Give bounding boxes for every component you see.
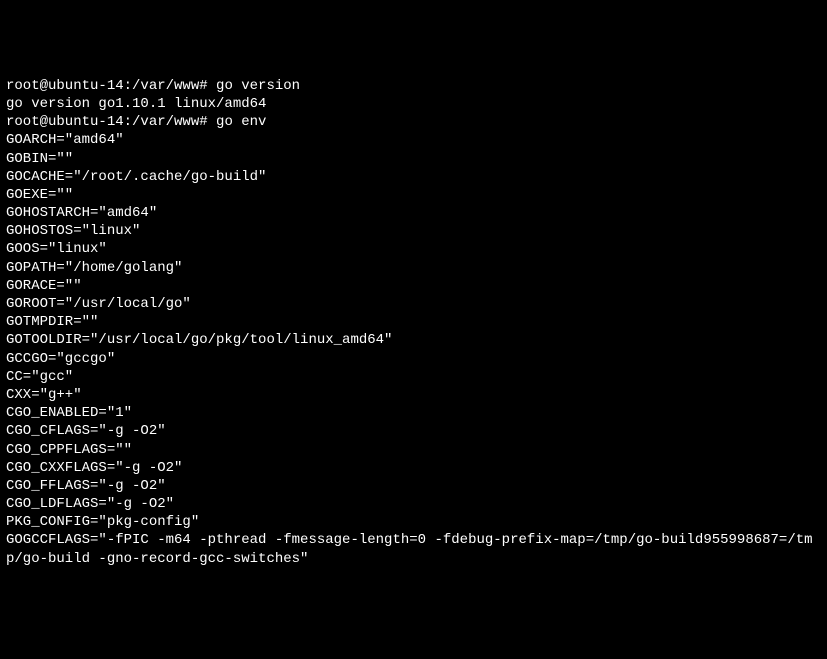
terminal-output[interactable]: root@ubuntu-14:/var/www# go versiongo ve… <box>6 77 821 568</box>
shell-prompt: root@ubuntu-14:/var/www# <box>6 114 216 130</box>
env-line: GCCGO="gccgo" <box>6 350 821 368</box>
env-line: GORACE="" <box>6 277 821 295</box>
prompt-line-2: root@ubuntu-14:/var/www# go env <box>6 113 821 131</box>
env-line: GOGCCFLAGS="-fPIC -m64 -pthread -fmessag… <box>6 531 821 567</box>
env-line: CGO_CXXFLAGS="-g -O2" <box>6 459 821 477</box>
env-line: CGO_ENABLED="1" <box>6 404 821 422</box>
env-line: GOROOT="/usr/local/go" <box>6 295 821 313</box>
command-text: go env <box>216 114 266 130</box>
output-line: go version go1.10.1 linux/amd64 <box>6 95 821 113</box>
env-line: GOPATH="/home/golang" <box>6 259 821 277</box>
env-line: CGO_CFLAGS="-g -O2" <box>6 422 821 440</box>
env-line: CGO_FFLAGS="-g -O2" <box>6 477 821 495</box>
env-line: PKG_CONFIG="pkg-config" <box>6 513 821 531</box>
env-line: GOTOOLDIR="/usr/local/go/pkg/tool/linux_… <box>6 331 821 349</box>
env-line: GOEXE="" <box>6 186 821 204</box>
shell-prompt: root@ubuntu-14:/var/www# <box>6 78 216 94</box>
env-line: CXX="g++" <box>6 386 821 404</box>
env-line: CGO_LDFLAGS="-g -O2" <box>6 495 821 513</box>
env-line: CC="gcc" <box>6 368 821 386</box>
env-line: GOOS="linux" <box>6 240 821 258</box>
env-line: GOBIN="" <box>6 150 821 168</box>
command-text: go version <box>216 78 300 94</box>
env-line: GOARCH="amd64" <box>6 131 821 149</box>
env-line: GOCACHE="/root/.cache/go-build" <box>6 168 821 186</box>
env-line: GOTMPDIR="" <box>6 313 821 331</box>
env-line: CGO_CPPFLAGS="" <box>6 441 821 459</box>
env-line: GOHOSTARCH="amd64" <box>6 204 821 222</box>
prompt-line-1: root@ubuntu-14:/var/www# go version <box>6 77 821 95</box>
env-line: GOHOSTOS="linux" <box>6 222 821 240</box>
